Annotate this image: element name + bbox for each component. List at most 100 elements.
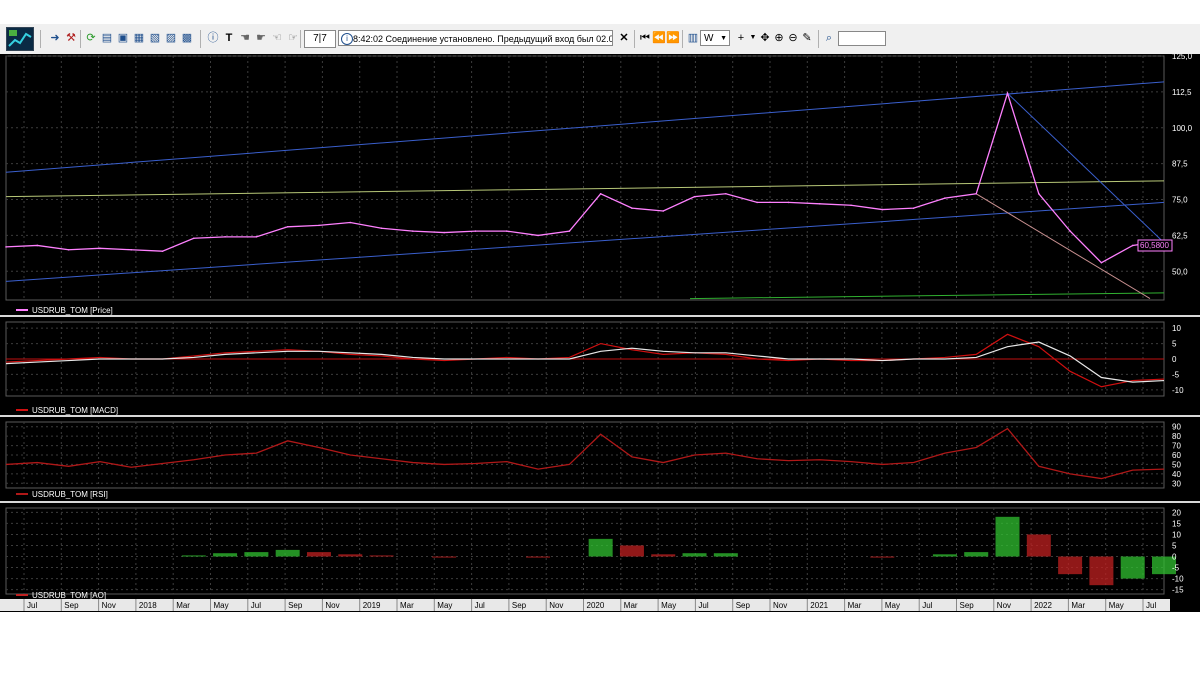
x-tick-label: May <box>661 601 676 610</box>
ao-bar[interactable] <box>682 553 707 557</box>
move-icon[interactable]: ✥ <box>758 31 772 45</box>
ao-bar[interactable] <box>619 545 644 557</box>
y-tick-label: 87,5 <box>1172 160 1188 169</box>
y-tick-label: 20 <box>1172 508 1181 517</box>
ao-bar[interactable] <box>932 554 957 557</box>
window-icon[interactable]: ▩ <box>180 31 194 45</box>
price-point <box>1131 244 1134 247</box>
price-point <box>161 250 164 252</box>
ao-bar[interactable] <box>870 556 895 558</box>
ao-bar[interactable] <box>306 552 331 557</box>
prev-icon[interactable]: ⏪ <box>652 31 666 45</box>
window-icon[interactable]: ▣ <box>116 31 130 45</box>
ao-bar[interactable] <box>275 549 300 557</box>
x-tick-label: 2021 <box>810 601 828 610</box>
arrow-right-icon[interactable]: ➜ <box>48 31 62 45</box>
ao-bar[interactable] <box>338 554 363 557</box>
window-icon[interactable]: ▧ <box>148 31 162 45</box>
x-tick-label: Nov <box>102 601 116 610</box>
price-point <box>787 201 790 204</box>
y-tick-label: 40 <box>1172 470 1181 479</box>
next-icon[interactable]: ⏩ <box>666 31 680 45</box>
ao-bar[interactable] <box>1089 556 1114 586</box>
y-tick-label: 15 <box>1172 519 1181 528</box>
hand-icon[interactable]: ☜ <box>270 31 284 45</box>
price-point <box>318 224 320 227</box>
price-point <box>599 192 602 195</box>
y-tick-label: 75,0 <box>1172 196 1188 205</box>
x-tick-label: Sep <box>512 601 527 610</box>
y-tick-label: 112,5 <box>1172 88 1192 97</box>
ao-bar[interactable] <box>369 555 394 557</box>
macd-pane-label: USDRUB_TOM [MACD] <box>32 406 118 415</box>
x-tick-label: May <box>437 601 452 610</box>
y-tick-label: 10 <box>1172 324 1181 333</box>
order-icon[interactable]: ⚒ <box>64 31 78 45</box>
y-tick-label: 125,0 <box>1172 54 1193 61</box>
y-tick-label: 90 <box>1172 423 1181 432</box>
ao-bar[interactable] <box>213 553 238 557</box>
rsi-pane-label: USDRUB_TOM [RSI] <box>32 490 108 499</box>
price-point <box>662 210 665 212</box>
info-icon[interactable]: ⓘ <box>206 31 220 45</box>
ao-bar[interactable] <box>651 554 676 557</box>
ao-bar[interactable] <box>1058 556 1083 575</box>
price-point <box>5 246 7 248</box>
text-icon[interactable]: T <box>222 31 236 45</box>
window-counter[interactable]: 7|7 <box>304 30 336 48</box>
ao-bar[interactable] <box>1026 534 1051 557</box>
search-input[interactable] <box>838 31 886 46</box>
ao-bar[interactable] <box>181 555 206 557</box>
y-tick-label: 10 <box>1172 530 1181 539</box>
window-icon[interactable]: ▨ <box>164 31 178 45</box>
x-tick-label: Sep <box>64 601 79 610</box>
y-tick-label: 80 <box>1172 432 1181 441</box>
timeframe-select[interactable]: W ▼ <box>700 30 730 46</box>
chart-area[interactable]: 125,0112,5100,087,575,062,550,01050-5-10… <box>0 54 1200 612</box>
first-icon[interactable]: ⏮ <box>638 31 652 45</box>
y-tick-label: 0 <box>1172 553 1177 562</box>
price-point <box>693 195 696 198</box>
ao-bar[interactable] <box>432 556 457 558</box>
price-point <box>975 192 978 195</box>
x-tick-label: Mar <box>176 601 190 610</box>
price-point <box>1038 192 1040 195</box>
x-tick-label: Jul <box>698 601 708 610</box>
price-point <box>224 236 226 238</box>
connection-status: i 8:42:02 Соединение установлено. Предыд… <box>338 30 613 46</box>
ao-bar[interactable] <box>244 552 269 557</box>
search-icon[interactable]: ⌕ <box>822 31 836 45</box>
price-point <box>1069 230 1071 232</box>
price-point <box>725 192 727 195</box>
x-tick-label: Jul <box>27 601 37 610</box>
ao-bar[interactable] <box>526 556 551 558</box>
ao-bar[interactable] <box>964 552 989 557</box>
y-tick-label: 5 <box>1172 340 1177 349</box>
target-icon[interactable]: ⊕ <box>772 31 786 45</box>
window-icon[interactable]: ▤ <box>100 31 114 45</box>
price-point <box>67 248 70 251</box>
ao-bar[interactable] <box>995 516 1020 557</box>
x-tick-label: Mar <box>624 601 638 610</box>
window-icon[interactable]: ▦ <box>132 31 146 45</box>
cross-icon[interactable]: ✕ <box>617 31 631 45</box>
bar-chart-icon[interactable]: ▥ <box>686 31 700 45</box>
minus-circle-icon[interactable]: ⊖ <box>786 31 800 45</box>
refresh-icon[interactable]: ⟳ <box>84 31 98 45</box>
price-point <box>568 230 571 232</box>
price-point <box>850 204 852 207</box>
y-tick-label: 0 <box>1172 355 1177 364</box>
y-tick-label: -15 <box>1172 586 1184 595</box>
last-price-value: 60,5800 <box>1140 241 1169 250</box>
price-point <box>631 207 633 209</box>
ao-bar[interactable] <box>588 538 613 557</box>
ao-bar[interactable] <box>1120 556 1145 579</box>
price-point <box>912 207 915 209</box>
hand-icon[interactable]: ☚ <box>238 31 252 45</box>
price-pane-label: USDRUB_TOM [Price] <box>32 306 113 315</box>
ao-bar[interactable] <box>713 553 738 557</box>
hand-icon[interactable]: ☞ <box>286 31 300 45</box>
chevron-down-icon: ▼ <box>720 35 727 42</box>
hand-icon[interactable]: ☛ <box>254 31 268 45</box>
ruler-icon[interactable]: ✎ <box>800 31 814 45</box>
